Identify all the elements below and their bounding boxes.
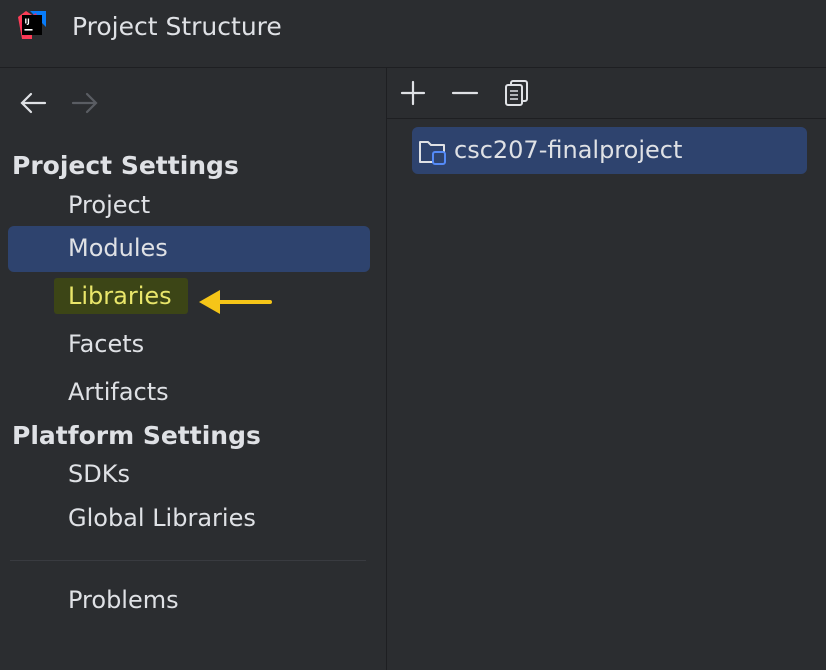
toolbar	[387, 68, 826, 119]
sidebar-item-global-libraries[interactable]: Global Libraries	[8, 496, 370, 542]
sidebar-item-label: Artifacts	[68, 378, 169, 406]
minus-icon[interactable]	[448, 78, 482, 108]
sidebar-item-libraries[interactable]: Libraries	[8, 274, 370, 320]
sidebar-item-label: SDKs	[68, 460, 130, 488]
svg-text:IJ: IJ	[25, 18, 30, 26]
sidebar-item-label: Modules	[68, 234, 168, 262]
sidebar-item-label: Project	[68, 191, 151, 219]
intellij-logo-icon: IJ	[18, 11, 46, 39]
main-panel: csc207-finalproject	[387, 68, 826, 670]
plus-icon[interactable]	[396, 78, 430, 108]
tree-item-module[interactable]: csc207-finalproject	[412, 127, 807, 174]
sidebar-item-label: Problems	[68, 586, 179, 614]
sidebar: Project Settings Project Modules Librari…	[0, 68, 387, 670]
title-bar: IJ Project Structure	[0, 0, 826, 68]
sidebar-item-modules[interactable]: Modules	[8, 226, 370, 272]
sidebar-item-sdks[interactable]: SDKs	[8, 452, 370, 498]
annotation-arrow-icon	[199, 290, 272, 314]
section-project-settings: Project Settings	[12, 151, 239, 180]
module-folder-icon	[419, 141, 446, 165]
sidebar-item-label: Global Libraries	[68, 504, 256, 532]
sidebar-item-artifacts[interactable]: Artifacts	[8, 370, 370, 416]
divider	[10, 560, 366, 561]
tree-item-label: csc207-finalproject	[454, 136, 683, 164]
sidebar-item-problems[interactable]: Problems	[8, 578, 370, 624]
section-platform-settings: Platform Settings	[12, 421, 261, 450]
arrow-left-icon[interactable]	[18, 90, 48, 116]
sidebar-item-label: Libraries	[68, 282, 172, 310]
copy-icon[interactable]	[500, 78, 534, 108]
sidebar-item-project[interactable]: Project	[8, 183, 370, 229]
sidebar-item-label: Facets	[68, 330, 145, 358]
window-title: Project Structure	[72, 12, 282, 41]
arrow-right-icon[interactable]	[70, 90, 100, 116]
sidebar-item-facets[interactable]: Facets	[8, 322, 370, 368]
